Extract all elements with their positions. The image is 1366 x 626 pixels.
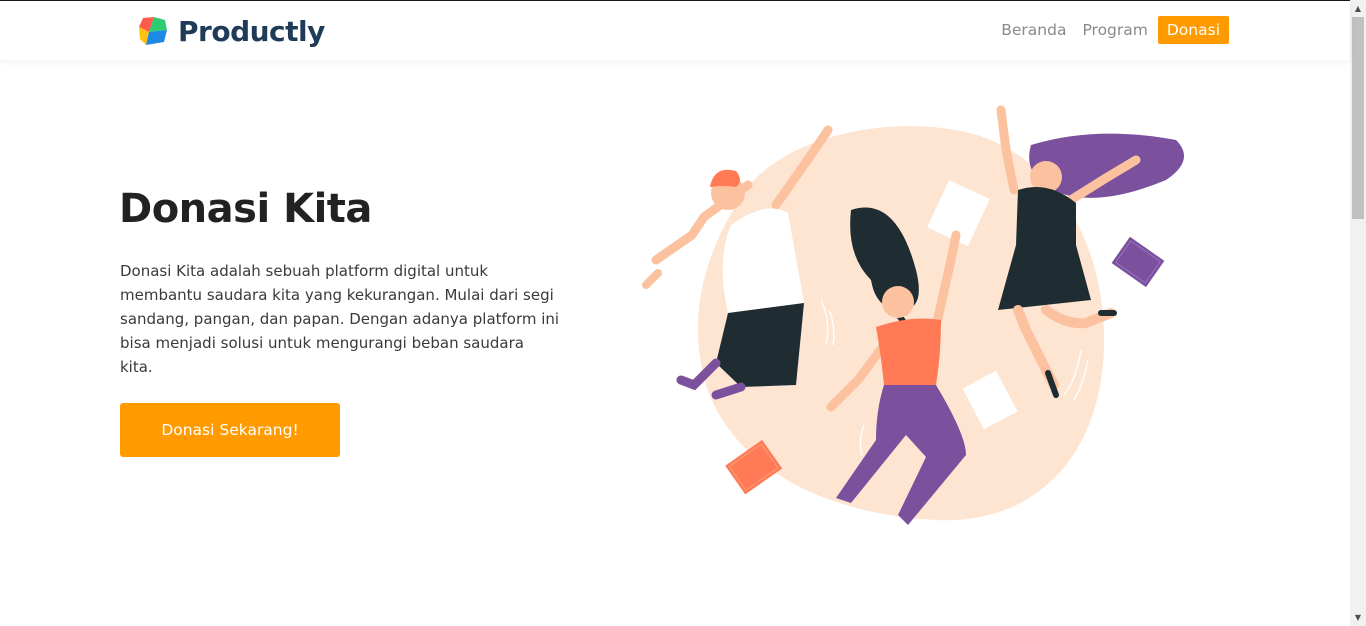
arrow-up-icon[interactable]: ▲	[1350, 0, 1366, 17]
brand-link[interactable]: Productly	[137, 13, 325, 49]
donate-now-button[interactable]: Donasi Sekarang!	[120, 403, 340, 457]
arrow-down-icon[interactable]: ▼	[1350, 609, 1366, 626]
main-nav: Beranda Program Donasi	[985, 16, 1229, 44]
hero-title: Donasi Kita	[119, 186, 372, 232]
productly-logo-icon	[139, 17, 167, 45]
nav-link-donasi[interactable]: Donasi	[1157, 16, 1229, 44]
hero-description: Donasi Kita adalah sebuah platform digit…	[120, 262, 560, 376]
scrollbar-thumb[interactable]	[1352, 17, 1364, 219]
brand-name: Productly	[178, 14, 325, 48]
floating-book	[1111, 236, 1165, 288]
navbar: Productly Beranda Program Donasi	[0, 1, 1350, 60]
nav-link-program[interactable]: Program	[1082, 16, 1147, 44]
jumping-people-illustration	[642, 105, 1184, 525]
nav-link-beranda[interactable]: Beranda	[1001, 16, 1066, 44]
vertical-scrollbar[interactable]: ▲ ▼	[1350, 0, 1366, 626]
